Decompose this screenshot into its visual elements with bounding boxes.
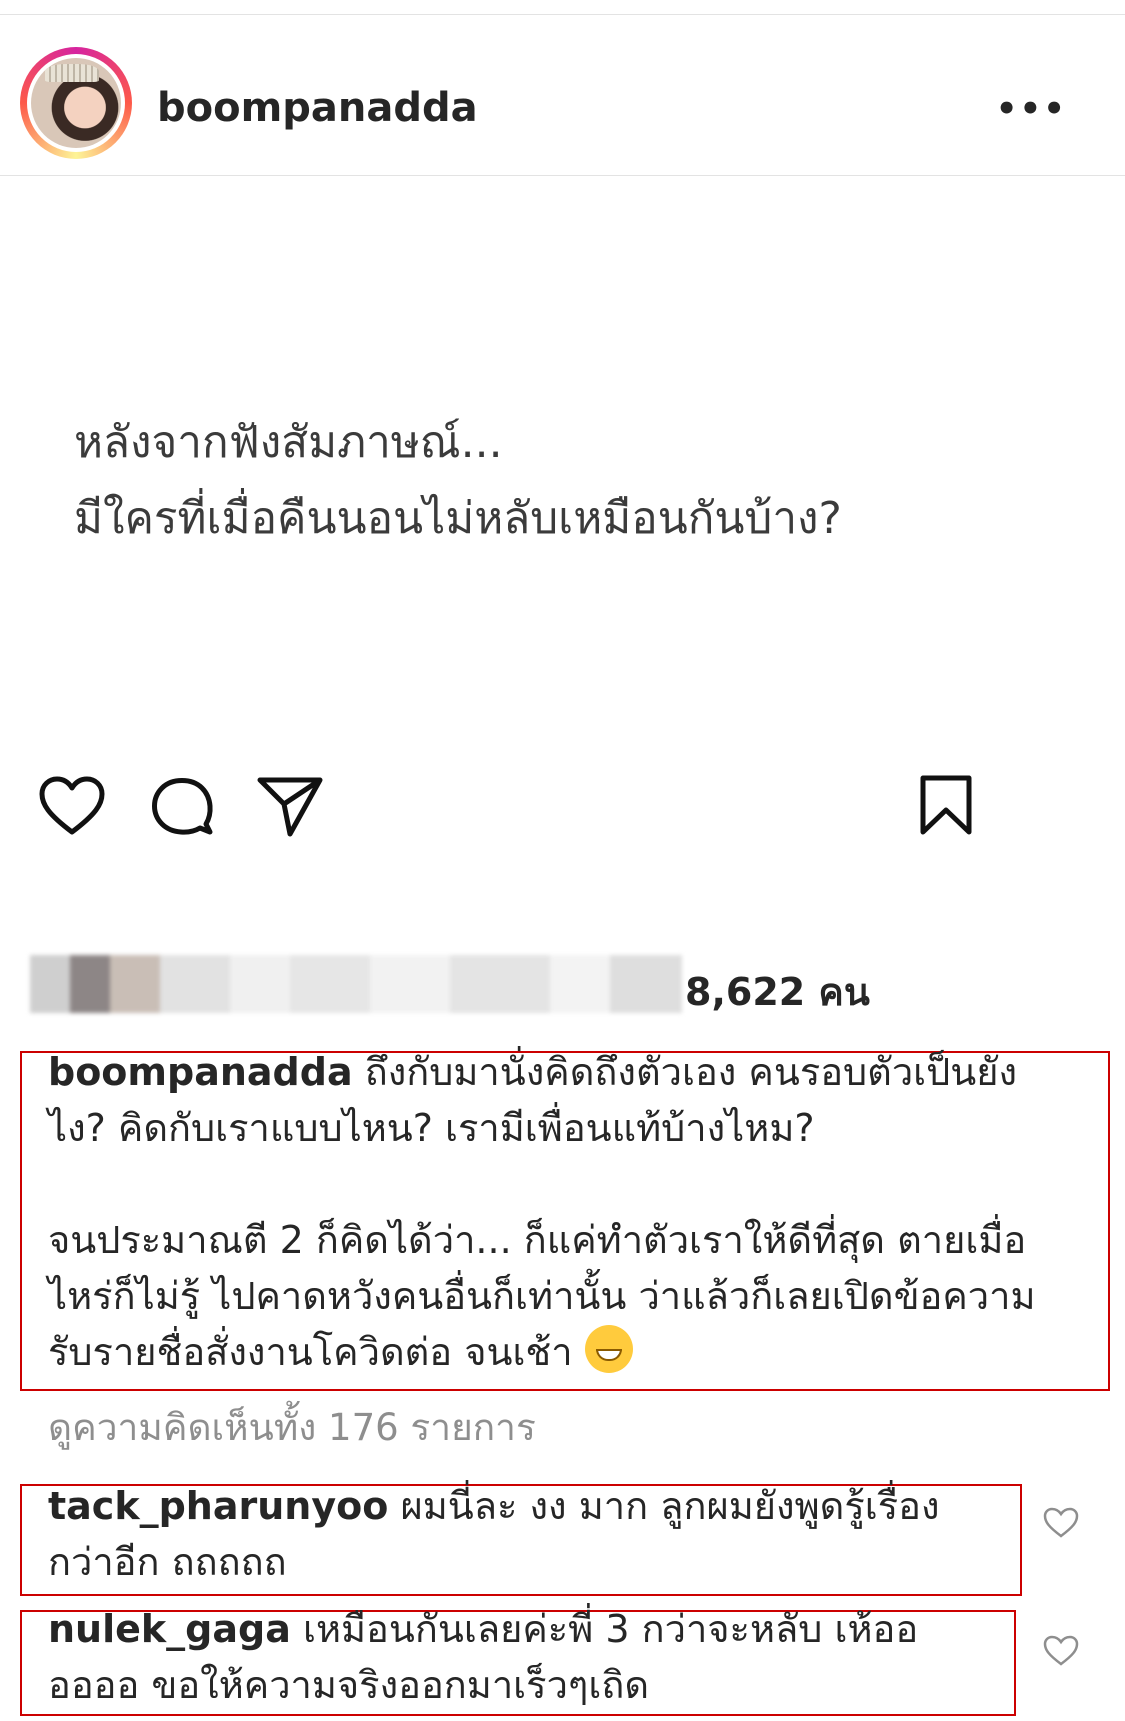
caption-line: ไหร่ก็ไม่รู้ ไปคาดหวังคนอื่นก็เท่านั้น ว… [48,1274,1036,1318]
post-image-text: หลังจากฟังสัมภาษณ์... มีใครที่เมื่อคืนนอ… [74,405,842,557]
caption-line: จนประมาณตี 2 ก็คิดได้ว่า... ก็แค่ทำตัวเร… [48,1218,1027,1262]
comment-like-heart-icon[interactable] [1043,1507,1079,1539]
heart-icon[interactable] [38,776,106,836]
comment-item: nulek_gaga เหมือนกันเลยค่ะพี่ 3 กว่าจะหล… [48,1601,918,1713]
blurred-liked-by [30,955,682,1013]
more-options-icon[interactable]: ••• [996,89,1067,129]
post-text-line: หลังจากฟังสัมภาษณ์... [74,417,503,468]
post-text-line: มีใครที่เมื่อคืนนอนไม่หลับเหมือนกันบ้าง? [74,493,842,544]
comment-item: tack_pharunyoo ผมนี่ละ งง มาก ลูกผมยังพู… [48,1478,940,1590]
grinning-sweat-emoji-icon [584,1325,633,1373]
comment-text: ผมนี่ละ งง มาก ลูกผมยังพูดรู้เรื่อง [400,1484,940,1528]
caption-line: รับรายชื่อสั่งงานโควิดต่อ จนเช้า [48,1330,573,1374]
send-icon[interactable] [256,774,324,838]
likes-row[interactable]: 8,622 คน [30,955,980,1014]
caption-line: ถึงกับมานั่งคิดถึงตัวเอง คนรอบตัวเป็นยัง [364,1050,1018,1094]
caption-line: ไง? คิดกับเราแบบไหน? เรามีเพื่อนแท้บ้างไ… [48,1106,815,1150]
bookmark-icon[interactable] [918,774,974,836]
comment-text: เหมือนกันเลยค่ะพี่ 3 กว่าจะหลับ เห้ออ [302,1607,919,1651]
comment-text: ออออ ขอให้ความจริงออกมาเร็วๆเถิด [48,1663,650,1707]
profile-avatar[interactable] [20,47,132,159]
comment-text: กว่าอีก ถถถถถ [48,1540,287,1584]
like-count[interactable]: 8,622 คน [685,961,870,1022]
comment-icon[interactable] [150,774,214,838]
caption: boompanadda ถึงกับมานั่งคิดถึงตัวเอง คนร… [48,1044,1078,1380]
post-header: boompanadda ••• [0,15,1125,176]
action-bar [0,775,1125,930]
crown-icon [45,64,99,82]
comment-username[interactable]: nulek_gaga [48,1607,291,1651]
header-username[interactable]: boompanadda [157,85,478,131]
comment-like-heart-icon[interactable] [1043,1635,1079,1667]
caption-username[interactable]: boompanadda [48,1050,353,1094]
view-all-comments-link[interactable]: ดูความคิดเห็นทั้ง 176 รายการ [48,1398,536,1457]
comment-username[interactable]: tack_pharunyoo [48,1484,388,1528]
